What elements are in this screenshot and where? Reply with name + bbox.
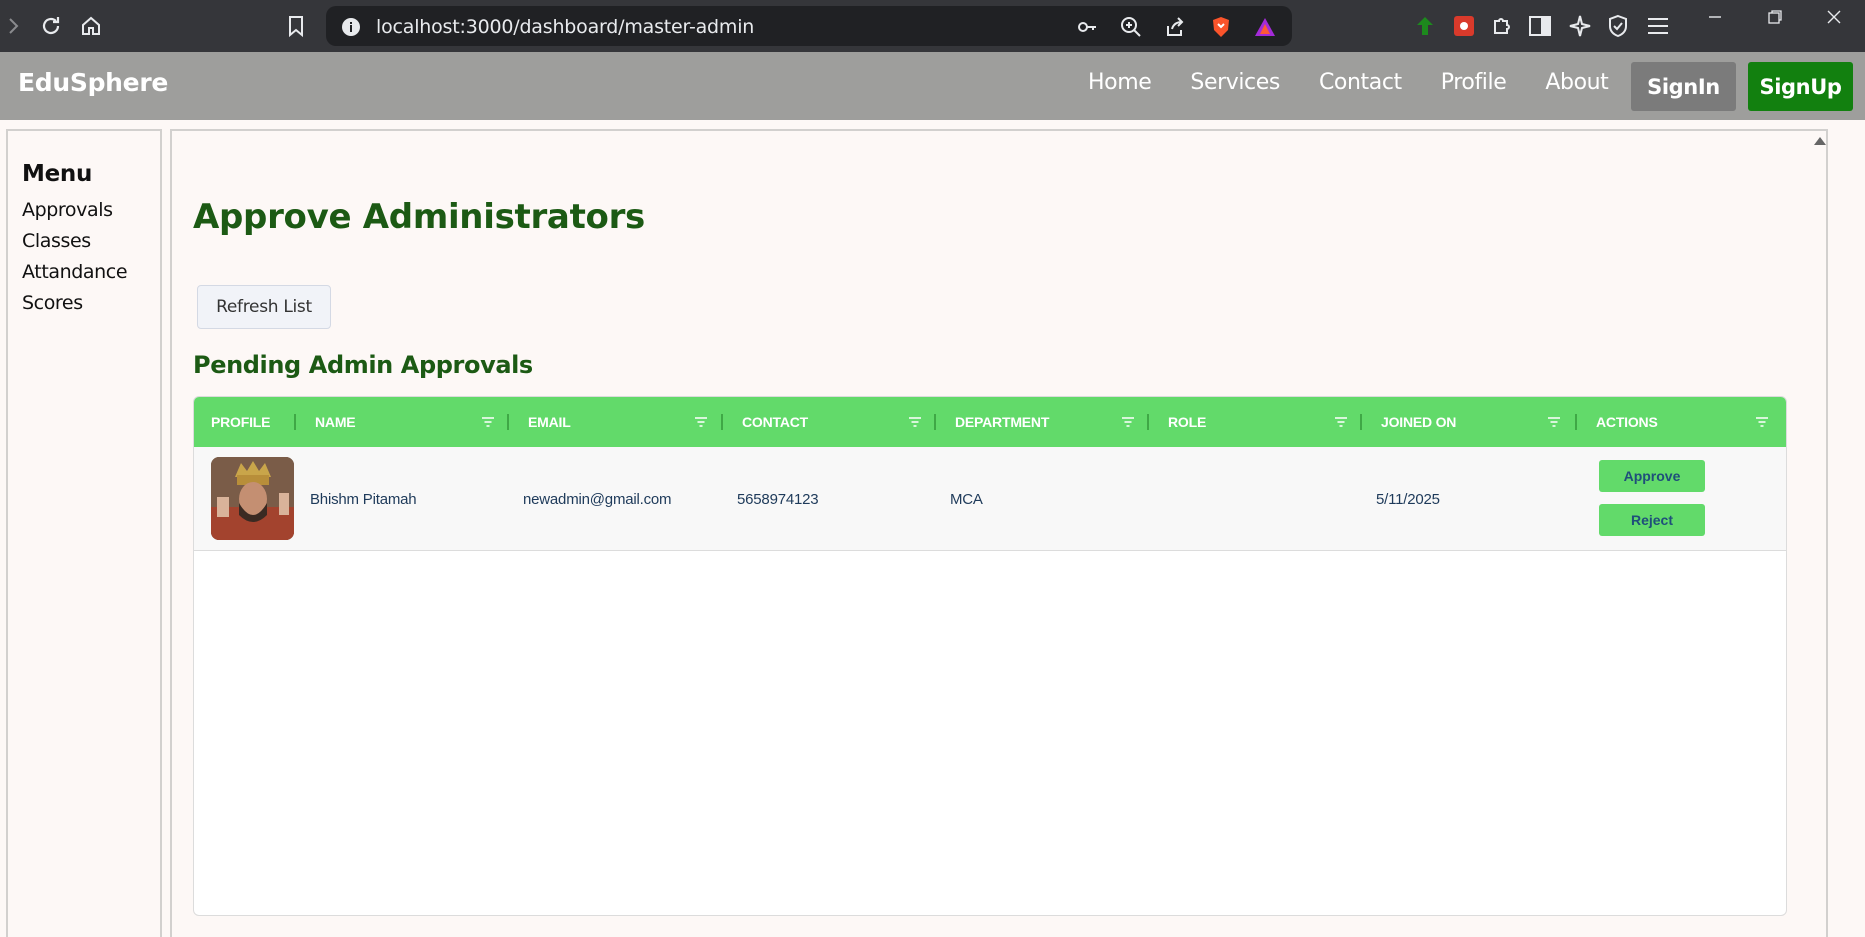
brave-rewards-icon[interactable] (1252, 14, 1278, 40)
column-header-joined-on[interactable]: JOINED ON (1381, 397, 1456, 447)
column-header-profile[interactable]: PROFILE (211, 397, 270, 447)
filter-icon[interactable] (481, 415, 495, 429)
extension-red-icon[interactable] (1450, 12, 1478, 40)
sidebar-item-scores[interactable]: Scores (22, 292, 83, 314)
key-icon[interactable] (1074, 14, 1100, 40)
restore-icon[interactable] (1760, 4, 1790, 30)
avatar (211, 457, 294, 540)
column-resize-handle[interactable] (294, 414, 296, 430)
filter-icon[interactable] (1121, 415, 1135, 429)
sidebar-item-classes[interactable]: Classes (22, 230, 91, 252)
filter-icon[interactable] (694, 415, 708, 429)
nav-link-about[interactable]: About (1545, 70, 1608, 95)
share-icon[interactable] (1162, 14, 1188, 40)
site-info-icon[interactable] (338, 14, 364, 40)
app-navbar: EduSphere Home Services Contact Profile … (0, 52, 1865, 120)
column-resize-handle[interactable] (934, 414, 936, 430)
section-title: Pending Admin Approvals (193, 351, 533, 379)
signup-button[interactable]: SignUp (1748, 62, 1853, 111)
sidebar-title: Menu (22, 161, 93, 187)
brave-shield-icon[interactable] (1208, 14, 1234, 40)
column-resize-handle[interactable] (1360, 414, 1362, 430)
nav-links: Home Services Contact Profile About (1088, 70, 1647, 95)
approvals-table: PROFILE NAME EMAIL CONTACT DEPARTMENT RO… (193, 396, 1787, 916)
filter-icon[interactable] (908, 415, 922, 429)
close-window-icon[interactable] (1819, 4, 1849, 30)
extension-green-icon[interactable] (1411, 12, 1439, 40)
filter-icon[interactable] (1334, 415, 1348, 429)
page-title: Approve Administrators (193, 197, 645, 237)
refresh-list-button[interactable]: Refresh List (197, 285, 331, 329)
nav-link-profile[interactable]: Profile (1441, 70, 1507, 95)
scroll-up-icon[interactable] (1814, 137, 1826, 145)
url-text[interactable]: localhost:3000/dashboard/master-admin (376, 16, 754, 38)
column-resize-handle[interactable] (1575, 414, 1577, 430)
sidebar: Menu Approvals Classes Attandance Scores (6, 129, 162, 937)
column-header-name[interactable]: NAME (315, 397, 356, 447)
home-icon[interactable] (77, 12, 105, 40)
bookmark-icon[interactable] (282, 12, 310, 40)
column-header-role[interactable]: ROLE (1168, 397, 1206, 447)
leo-ai-icon[interactable] (1566, 12, 1594, 40)
hamburger-menu-icon[interactable] (1644, 12, 1672, 40)
nav-link-home[interactable]: Home (1088, 70, 1152, 95)
column-header-email[interactable]: EMAIL (528, 397, 571, 447)
sidebar-item-attendance[interactable]: Attandance (22, 261, 128, 283)
reload-icon[interactable] (37, 12, 65, 40)
column-header-actions[interactable]: ACTIONS (1596, 397, 1658, 447)
zoom-icon[interactable] (1118, 14, 1144, 40)
table-row[interactable]: Bhishm Pitamah newadmin@gmail.com 565897… (194, 447, 1786, 551)
sidebar-toggle-icon[interactable] (1526, 12, 1554, 40)
address-bar[interactable]: localhost:3000/dashboard/master-admin (326, 6, 1292, 46)
nav-link-contact[interactable]: Contact (1319, 70, 1402, 95)
extensions-puzzle-icon[interactable] (1488, 12, 1516, 40)
minimize-icon[interactable] (1700, 4, 1730, 30)
vpn-shield-icon[interactable] (1604, 12, 1632, 40)
cell-contact: 5658974123 (737, 490, 819, 508)
cell-email: newadmin@gmail.com (523, 490, 672, 508)
column-resize-handle[interactable] (721, 414, 723, 430)
cell-name: Bhishm Pitamah (310, 490, 417, 508)
brand-logo[interactable]: EduSphere (18, 68, 168, 97)
main-panel: Approve Administrators Refresh List Pend… (170, 129, 1828, 937)
cell-department: MCA (950, 490, 983, 508)
table-header: PROFILE NAME EMAIL CONTACT DEPARTMENT RO… (194, 397, 1786, 447)
sidebar-item-approvals[interactable]: Approvals (22, 199, 113, 221)
column-resize-handle[interactable] (507, 414, 509, 430)
column-header-contact[interactable]: CONTACT (742, 397, 808, 447)
column-header-department[interactable]: DEPARTMENT (955, 397, 1049, 447)
reject-button[interactable]: Reject (1599, 504, 1705, 536)
browser-toolbar: localhost:3000/dashboard/master-admin (0, 0, 1865, 52)
forward-icon[interactable] (0, 12, 28, 40)
signin-button[interactable]: SignIn (1631, 62, 1736, 111)
cell-joined-on: 5/11/2025 (1376, 490, 1440, 508)
approve-button[interactable]: Approve (1599, 460, 1705, 492)
filter-icon[interactable] (1755, 415, 1769, 429)
filter-icon[interactable] (1547, 415, 1561, 429)
nav-link-services[interactable]: Services (1190, 70, 1280, 95)
column-resize-handle[interactable] (1147, 414, 1149, 430)
